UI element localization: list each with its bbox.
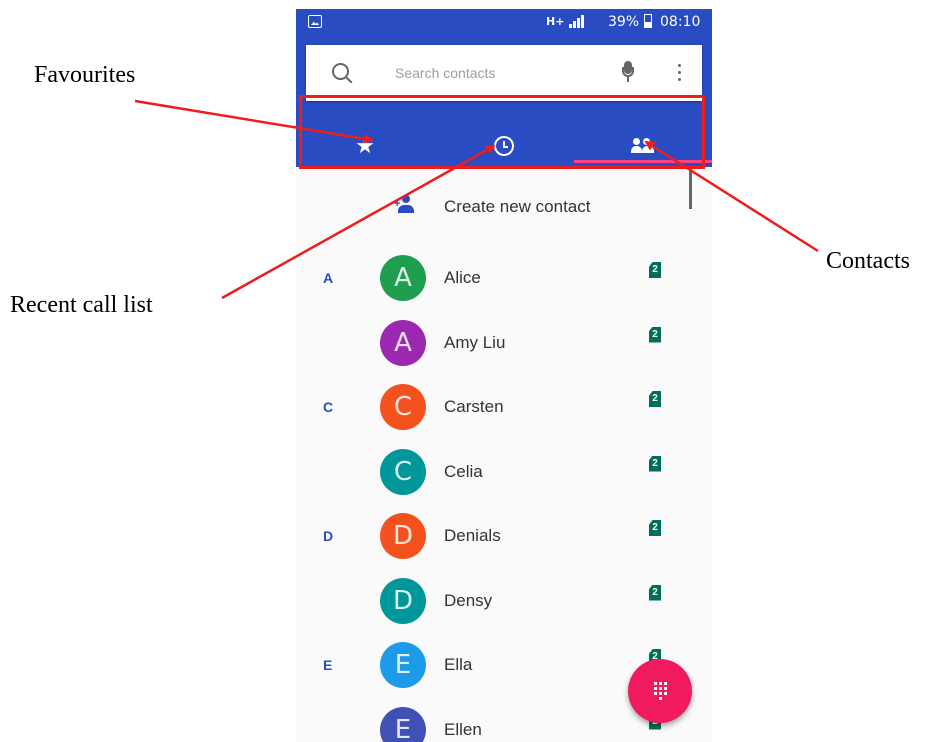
- contacts-annotation: Contacts: [826, 248, 910, 274]
- recent-arrow: [221, 144, 496, 300]
- recent-call-list-annotation: Recent call list: [10, 292, 153, 318]
- contacts-arrow: [644, 140, 819, 253]
- favourites-arrow: [134, 99, 374, 144]
- favourites-annotation: Favourites: [34, 62, 136, 88]
- annotation-arrows: [134, 99, 819, 300]
